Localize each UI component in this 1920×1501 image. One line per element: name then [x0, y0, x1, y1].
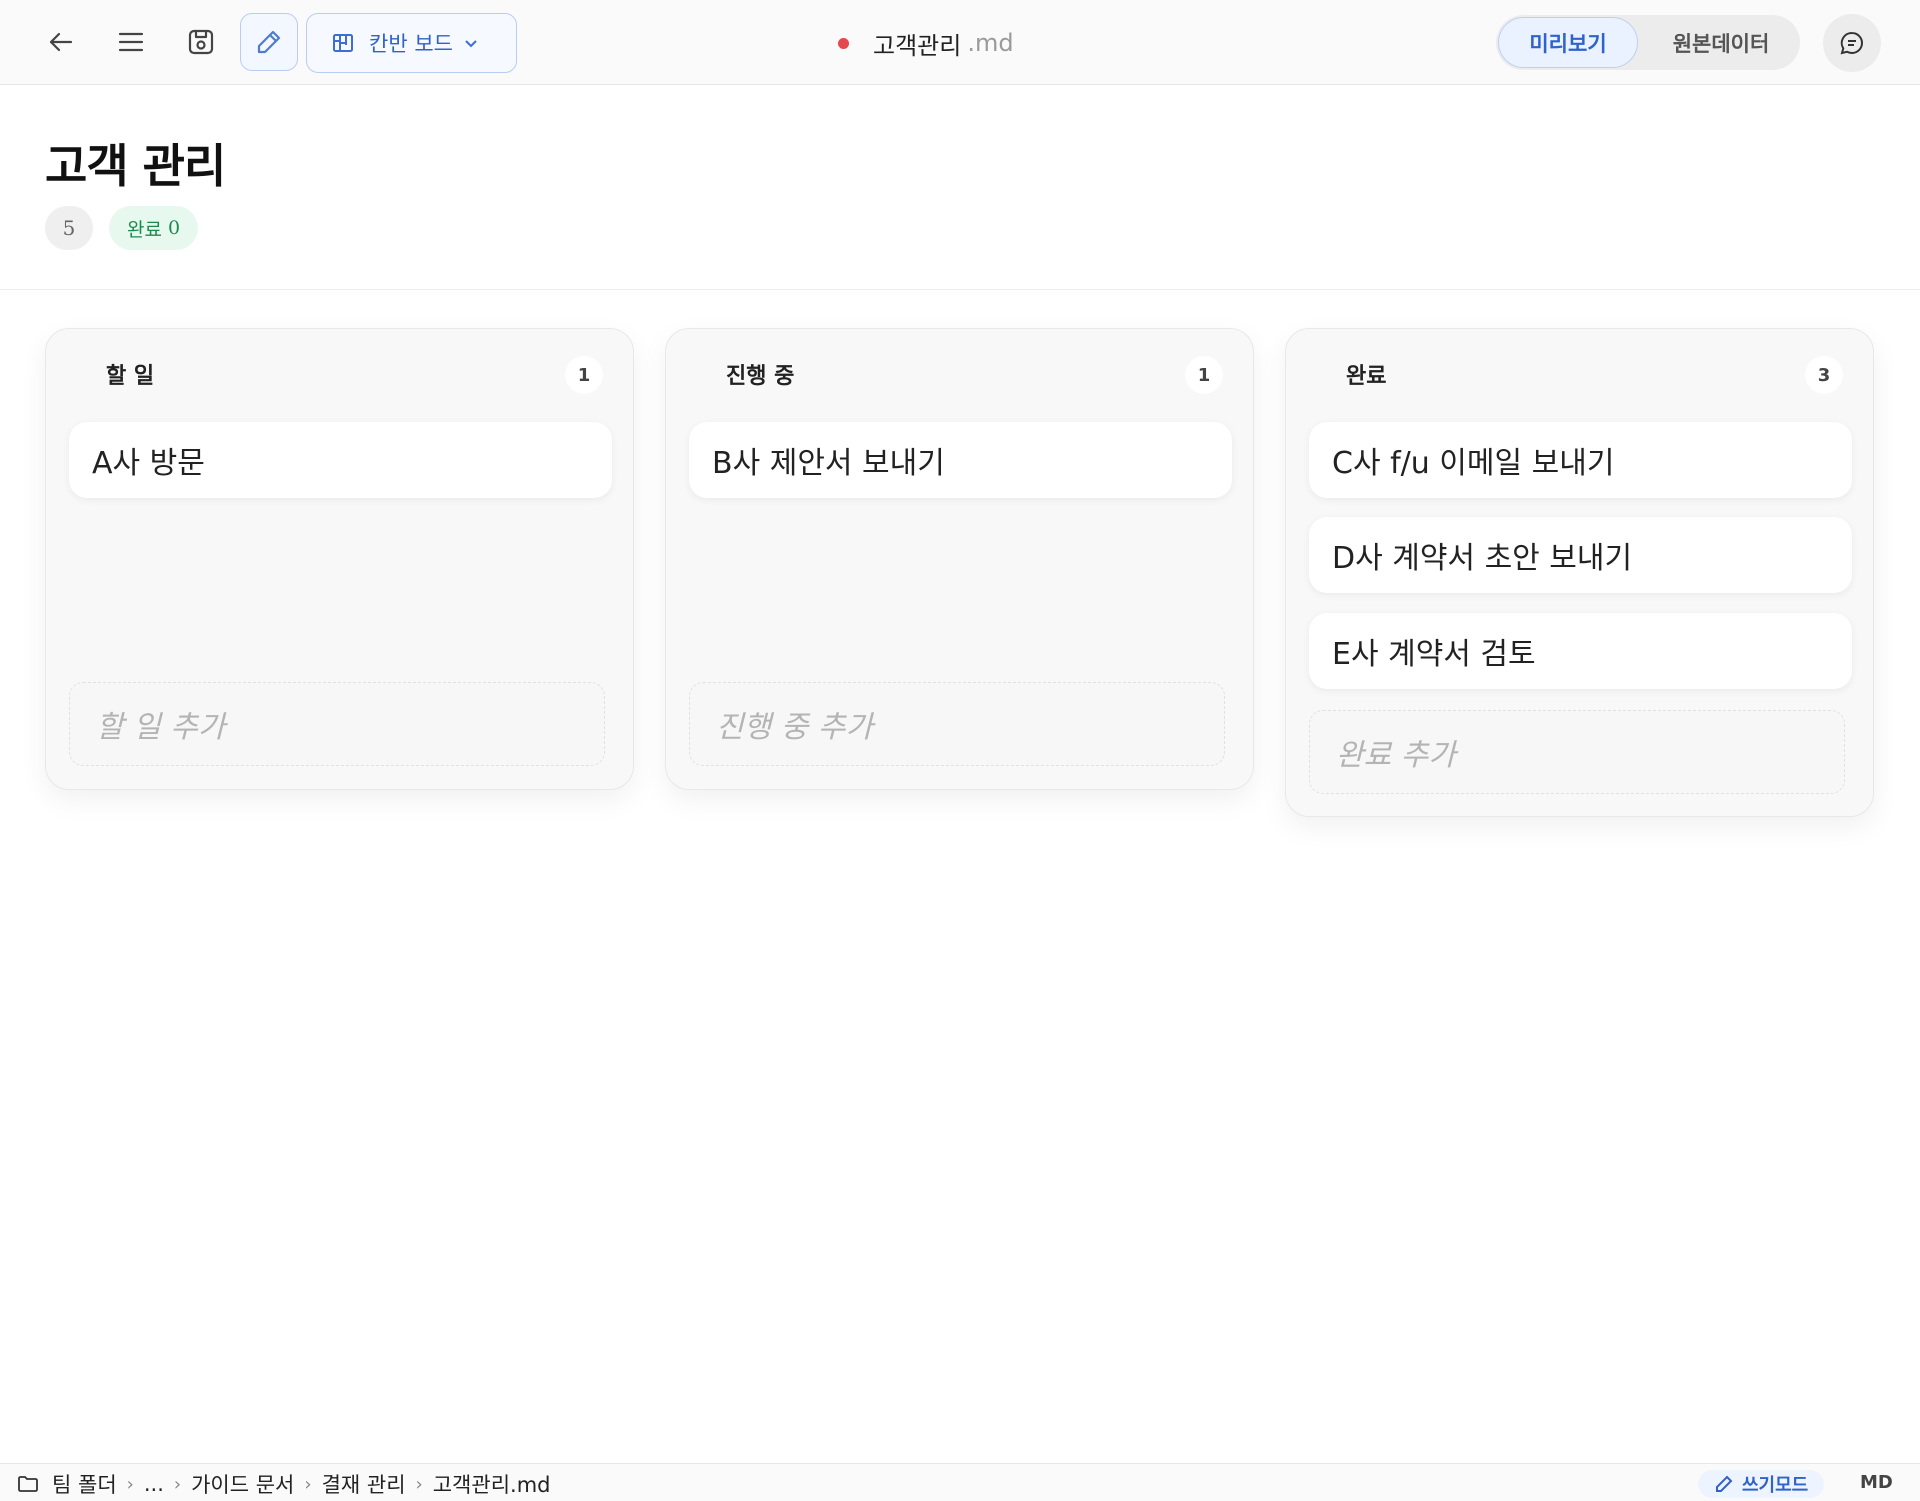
done-badge-count: 0 — [167, 217, 181, 239]
breadcrumb: 팀 폴더 › ... › 가이드 문서 › 결재 관리 › 고객관리.md — [16, 1469, 550, 1499]
column-count: 3 — [1805, 356, 1843, 394]
pencil-icon — [257, 30, 281, 54]
edit-button[interactable] — [240, 13, 298, 71]
column-header[interactable]: 할 일 1 — [46, 329, 633, 419]
tab-preview[interactable]: 미리보기 — [1498, 17, 1638, 68]
column-title: 완료 — [1346, 364, 1387, 389]
mode-toggle: 미리보기 원본데이터 — [1496, 15, 1800, 70]
comments-button[interactable] — [1823, 14, 1881, 72]
breadcrumb-item[interactable]: 가이드 문서 — [191, 1469, 294, 1499]
chat-icon — [1840, 31, 1863, 55]
file-title: 고객관리 .md — [838, 26, 1014, 60]
breadcrumb-item[interactable]: 고객관리.md — [433, 1469, 551, 1499]
column-title: 할 일 — [106, 364, 155, 389]
hamburger-menu-icon — [118, 32, 144, 52]
add-card-input[interactable]: 완료 추가 — [1309, 710, 1845, 794]
write-mode-label: 쓰기모드 — [1742, 1475, 1809, 1496]
kanban-card[interactable]: E사 계약서 검토 — [1309, 613, 1852, 689]
chevron-right-icon: › — [304, 1473, 312, 1495]
kanban-column-in-progress: 진행 중 1 B사 제안서 보내기 진행 중 추가 — [665, 328, 1254, 790]
back-button[interactable] — [33, 14, 89, 70]
done-badge-label: 완료 — [127, 218, 162, 241]
kanban-card[interactable]: C사 f/u 이메일 보내기 — [1309, 422, 1852, 498]
file-name: 고객관리 — [873, 31, 962, 60]
kanban-card[interactable]: D사 계약서 초안 보내기 — [1309, 517, 1852, 593]
top-toolbar: 칸반 보드 고객관리 .md 미리보기 원본데이터 — [0, 0, 1920, 85]
total-count-badge: 5 — [45, 206, 93, 250]
chevron-right-icon: › — [126, 1473, 134, 1495]
page-title: 고객 관리 — [45, 139, 226, 193]
add-card-input[interactable]: 할 일 추가 — [69, 682, 605, 766]
write-mode-button[interactable]: 쓰기모드 — [1698, 1470, 1825, 1498]
pencil-icon — [1716, 1475, 1733, 1492]
kanban-card[interactable]: A사 방문 — [69, 422, 612, 498]
kanban-icon — [333, 34, 353, 52]
header-divider — [0, 289, 1920, 290]
save-icon — [188, 29, 214, 55]
kanban-column-todo: 할 일 1 A사 방문 할 일 추가 — [45, 328, 634, 790]
kanban-card[interactable]: B사 제안서 보내기 — [689, 422, 1232, 498]
file-extension: .md — [967, 29, 1014, 57]
tab-raw-data[interactable]: 원본데이터 — [1646, 17, 1796, 68]
column-title: 진행 중 — [726, 364, 795, 389]
file-format-label: MD — [1860, 1472, 1893, 1493]
column-header[interactable]: 진행 중 1 — [666, 329, 1253, 419]
arrow-left-icon — [49, 32, 73, 52]
view-mode-label: 칸반 보드 — [369, 32, 453, 56]
chevron-down-icon — [465, 40, 477, 48]
save-button[interactable] — [173, 14, 229, 70]
breadcrumb-item[interactable]: 결재 관리 — [322, 1469, 406, 1499]
add-card-input[interactable]: 진행 중 추가 — [689, 682, 1225, 766]
folder-icon — [18, 1476, 38, 1492]
chevron-right-icon: › — [415, 1473, 423, 1495]
view-mode-select[interactable]: 칸반 보드 — [306, 13, 517, 73]
column-count: 1 — [1185, 356, 1223, 394]
menu-button[interactable] — [103, 14, 159, 70]
column-header[interactable]: 완료 3 — [1286, 329, 1873, 419]
breadcrumb-item[interactable]: 팀 폴더 — [52, 1469, 117, 1499]
column-count: 1 — [565, 356, 603, 394]
chevron-right-icon: › — [173, 1473, 182, 1495]
breadcrumb-item[interactable]: ... — [144, 1472, 164, 1496]
done-count-badge: 완료 0 — [109, 206, 199, 250]
unsaved-indicator-dot — [838, 37, 849, 49]
status-bar: 팀 폴더 › ... › 가이드 문서 › 결재 관리 › 고객관리.md 쓰기… — [0, 1463, 1920, 1501]
kanban-column-done: 완료 3 C사 f/u 이메일 보내기 D사 계약서 초안 보내기 E사 계약서… — [1285, 328, 1874, 817]
